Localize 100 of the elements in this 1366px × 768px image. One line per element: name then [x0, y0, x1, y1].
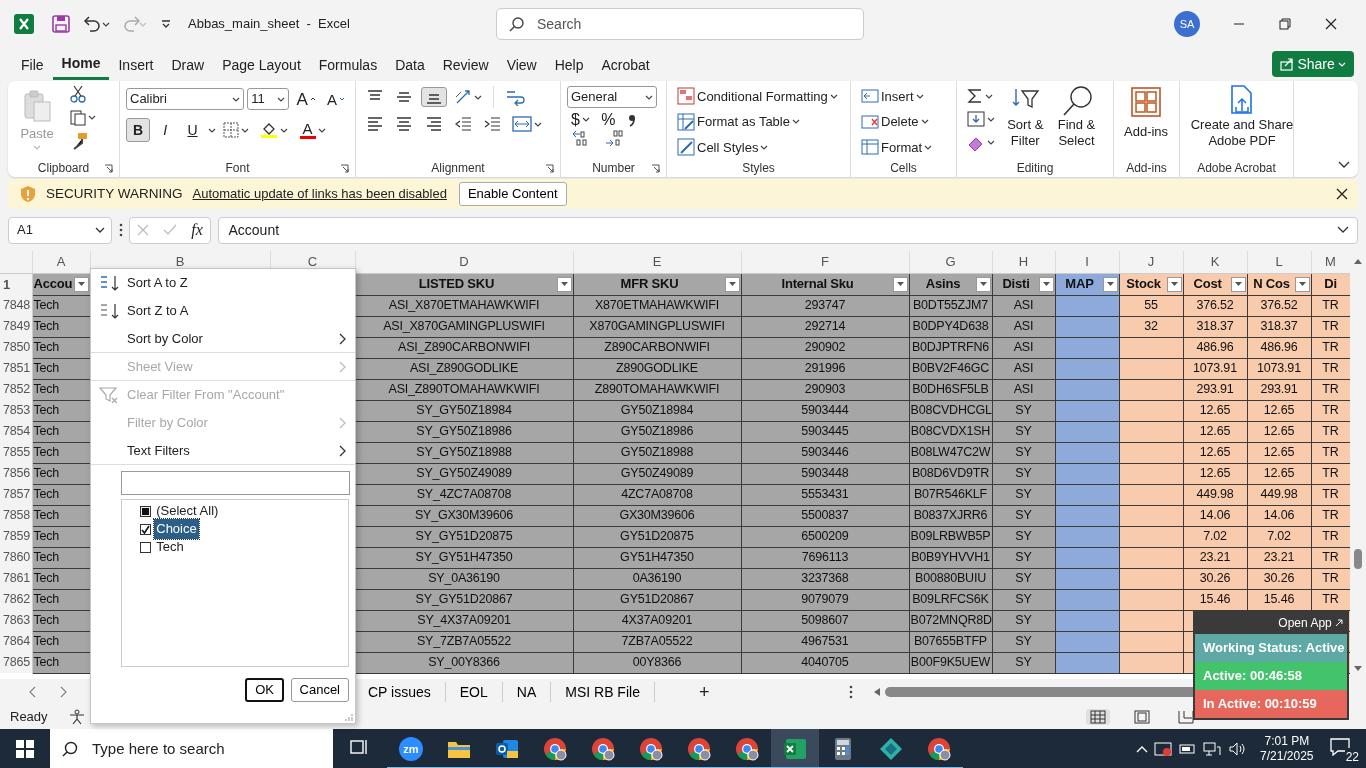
column-letter[interactable]: J	[1119, 251, 1183, 273]
ribbon-tab[interactable]: Help	[545, 50, 593, 80]
column-letter[interactable]: G	[909, 251, 992, 273]
sheet-tab[interactable]: MSI RB File	[551, 682, 655, 702]
taskbar-search-field[interactable]: Type here to search	[50, 729, 333, 768]
sort-filter-button[interactable]: Sort & Filter	[1002, 84, 1049, 159]
font-style-button[interactable]: U	[180, 118, 205, 142]
filter-list-item[interactable]: Tech	[140, 538, 186, 556]
row-number[interactable]: 7859	[0, 526, 32, 547]
filter-button[interactable]	[1038, 276, 1054, 292]
show-hidden-icon[interactable]	[1135, 745, 1148, 753]
menu-item[interactable]: Sort by Color	[91, 325, 355, 353]
filter-list-item[interactable]: Choice	[140, 520, 199, 538]
scrollbar-thumb[interactable]	[1354, 549, 1362, 569]
avatar[interactable]: SA	[1174, 11, 1200, 37]
filter-button[interactable]	[556, 276, 572, 292]
ribbon-tab[interactable]: Data	[386, 50, 434, 80]
scroll-up-icon[interactable]	[1353, 257, 1363, 265]
font-name-field[interactable]: Calibri	[126, 88, 244, 110]
row-number[interactable]: 7857	[0, 484, 32, 505]
style-menu-button[interactable]: Conditional Formatting	[673, 86, 842, 106]
row-number[interactable]: 7855	[0, 442, 32, 463]
table-cell[interactable]: ASI_X870GAMINGPLUSWIFI	[355, 316, 573, 337]
font-style-button[interactable]: B	[126, 118, 150, 142]
insert-function-button[interactable]: fx	[191, 218, 203, 242]
close-icon[interactable]	[1336, 188, 1348, 200]
dialog-launcher-icon[interactable]	[545, 164, 554, 173]
row-number[interactable]: 7861	[0, 568, 32, 589]
dialog-button[interactable]: Cancel	[290, 678, 349, 702]
previous-sheet-icon[interactable]	[28, 686, 36, 698]
row-number[interactable]: 7863	[0, 610, 32, 631]
font-style-button[interactable]: I	[153, 118, 178, 142]
filter-button[interactable]	[724, 276, 740, 292]
ribbon-tab[interactable]: Insert	[109, 50, 163, 80]
enable-content-button[interactable]: Enable Content	[458, 182, 567, 206]
row-number[interactable]: 7860	[0, 547, 32, 568]
filter-button[interactable]	[1230, 276, 1246, 292]
cells-menu-button[interactable]: Format	[857, 137, 937, 157]
close-icon[interactable]	[1325, 18, 1337, 30]
row-number[interactable]: 7865	[0, 652, 32, 673]
links-message[interactable]: Automatic update of links has been disabled	[192, 184, 447, 204]
font-size-field[interactable]: 11	[247, 88, 290, 110]
dialog-launcher-icon[interactable]	[104, 164, 113, 173]
table-cell[interactable]: SY_4X37A09201	[355, 610, 573, 631]
network-icon[interactable]	[1203, 741, 1222, 757]
row-number[interactable]: 7852	[0, 379, 32, 400]
number-format-field[interactable]: General	[567, 86, 657, 108]
filter-value[interactable]: (Select All)	[154, 501, 221, 521]
align-button[interactable]	[420, 87, 447, 107]
row-number[interactable]: 7853	[0, 400, 32, 421]
table-cell[interactable]: SY_GY50Z18984	[355, 400, 573, 421]
sheet-tab[interactable]: EOL	[445, 682, 503, 702]
table-cell[interactable]: SY_GX30M39606	[355, 505, 573, 526]
volume-icon[interactable]	[1227, 741, 1246, 757]
scroll-left-icon[interactable]	[873, 687, 882, 697]
checkbox[interactable]	[140, 505, 151, 517]
search-field[interactable]	[121, 471, 350, 495]
windows-logo-icon[interactable]	[16, 740, 34, 758]
open-app-link[interactable]: Open App	[1278, 614, 1332, 632]
add-sheet-button[interactable]: +	[694, 682, 714, 702]
dialog-launcher-icon[interactable]	[340, 164, 349, 173]
table-cell[interactable]: SY_GY50Z49089	[355, 463, 573, 484]
table-cell[interactable]: SY_4ZC7A08708	[355, 484, 573, 505]
column-letter[interactable]: F	[741, 251, 909, 273]
table-cell[interactable]: SY_00Y8366	[355, 652, 573, 673]
grow-font-button[interactable]: A	[292, 89, 320, 109]
filter-button[interactable]	[1294, 276, 1310, 292]
ribbon-tab[interactable]: View	[497, 50, 546, 80]
row-number[interactable]: 7850	[0, 337, 32, 358]
scroll-down-icon[interactable]	[1353, 665, 1363, 673]
column-letter[interactable]: H	[992, 251, 1055, 273]
cells-menu-button[interactable]: Insert	[857, 86, 928, 106]
table-cell[interactable]: SY_7ZB7A05522	[355, 631, 573, 652]
column-letter[interactable]: D	[355, 251, 573, 273]
row-number[interactable]: 7854	[0, 421, 32, 442]
table-cell[interactable]: SY_GY51H47350	[355, 547, 573, 568]
ribbon-tab[interactable]: File	[12, 50, 53, 80]
cells-menu-button[interactable]: Delete	[857, 111, 933, 132]
style-menu-button[interactable]: Cell Styles	[673, 137, 773, 157]
sheet-tab[interactable]: NA	[502, 682, 552, 702]
row-number[interactable]: 7856	[0, 463, 32, 484]
security-icon[interactable]	[1154, 741, 1173, 757]
formula-field[interactable]: Account	[217, 216, 1358, 244]
currency-button[interactable]: $	[567, 110, 594, 129]
filter-button[interactable]	[1166, 276, 1182, 292]
normal-view-button[interactable]	[1085, 709, 1110, 725]
row-number[interactable]: 7849	[0, 316, 32, 337]
filter-button[interactable]	[73, 276, 89, 292]
column-letter[interactable]: L	[1247, 251, 1311, 273]
filter-button[interactable]	[892, 276, 908, 292]
notifications-button[interactable]: 22	[1328, 734, 1358, 764]
filter-list-item[interactable]: (Select All)	[140, 502, 221, 520]
more-icon[interactable]	[849, 685, 854, 699]
column-letter[interactable]: E	[573, 251, 741, 273]
resize-grip-icon[interactable]	[345, 713, 353, 721]
table-cell[interactable]: SY_GY50Z18988	[355, 442, 573, 463]
create-pdf-button[interactable]: Create and Share Adobe PDF	[1186, 84, 1298, 150]
row-number[interactable]: 7858	[0, 505, 32, 526]
customize-icon[interactable]	[160, 18, 172, 30]
ribbon-tab[interactable]: Review	[433, 50, 498, 80]
